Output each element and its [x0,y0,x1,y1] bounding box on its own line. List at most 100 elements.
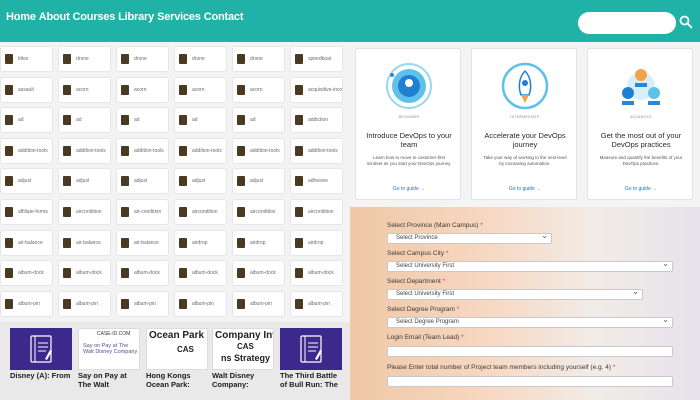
icon-tile[interactable]: ad [174,107,227,134]
tile-label: aircondition [250,208,276,215]
icon-tile[interactable]: air-balance [116,229,169,256]
icon-tile[interactable]: aircondition [58,198,111,225]
go-to-guide-link[interactable]: Go to guide → [356,186,462,192]
icon-tile[interactable]: addiction [290,107,343,134]
icon-tile[interactable]: airdrop [232,229,285,256]
icon-tile[interactable]: addition-tools [174,137,227,164]
book-card[interactable]: Disney (A): From [10,328,72,400]
icon-tile[interactable]: aircondition [232,198,285,225]
icon-tile[interactable]: album-pin [116,290,169,317]
icon-tile[interactable]: addition-tools [0,137,53,164]
icon-tile[interactable]: adjust [58,168,111,195]
icon-tile[interactable]: album-dock [0,260,53,287]
tile-glyph-icon [63,176,71,187]
icon-tile[interactable]: album-dock [58,260,111,287]
nav-contact[interactable]: Contact [204,11,244,23]
campus-city-select[interactable]: Select University First [387,259,673,272]
province-select[interactable]: Select Province [387,231,552,244]
tile-label: affiliate-forms [18,208,48,215]
department-select[interactable]: Select University First [387,287,643,300]
globe-illustration-icon [386,63,432,109]
tile-label: addiction [308,117,329,124]
book-card[interactable]: CASE-ID.COM Say on Pay at The Walt Disne… [78,328,140,400]
icon-tile[interactable]: adjust [116,168,169,195]
icon-tile[interactable]: adhesive [290,168,343,195]
tile-label: airdrop [192,239,208,246]
icon-tile[interactable]: air-condition [116,198,169,225]
tile-glyph-icon [5,298,13,309]
icon-tile[interactable]: album-dock [290,260,343,287]
icon-tile[interactable]: airdrop [290,229,343,256]
icon-tile[interactable]: addition-tools [232,137,285,164]
tile-label: album-pin [308,300,330,307]
search-input[interactable] [578,12,676,34]
card-description: Learn how to move to customer-first mind… [366,155,452,166]
icon-tile[interactable]: speedboat [290,46,343,72]
icon-tile[interactable]: air-balance [58,229,111,256]
icon-tile[interactable]: ad [0,107,53,134]
book-card[interactable]: Company Inves CAS ns Strategy Walt Disne… [212,328,274,400]
icon-tile[interactable]: titles [0,46,53,72]
icon-tile[interactable]: adjust [0,168,53,195]
icon-tile[interactable]: addition-tools [58,137,111,164]
card-level: INTERMEDIATE [510,115,540,119]
nav-library[interactable]: Library [118,11,154,23]
icon-tile[interactable]: album-pin [290,290,343,317]
team-members-field[interactable] [387,376,673,387]
email-field[interactable] [387,346,673,357]
book-card[interactable]: Ocean Park Tal CAS Hong Kongs Ocean Park… [146,328,208,400]
icon-tile[interactable]: album-pin [0,290,53,317]
icon-tile[interactable]: aircondition [290,198,343,225]
icon-tile[interactable]: ad [58,107,111,134]
nav-home[interactable]: Home [6,11,36,23]
cover-mark: CAS [177,345,194,354]
nav-about[interactable]: About [39,11,70,23]
icon-tile[interactable]: drone [58,46,111,72]
tile-glyph-icon [5,206,13,217]
icon-tile[interactable]: album-dock [116,260,169,287]
icon-tile[interactable]: assault [0,76,53,103]
icon-tile[interactable]: addition-tools [290,137,343,164]
icon-tile[interactable]: drone [116,46,169,72]
icon-tile[interactable]: album-dock [174,260,227,287]
icon-tile[interactable]: album-pin [58,290,111,317]
tile-label: aircondition [192,208,218,215]
province-label: Select Province (Main Campus) * [387,222,483,229]
icon-tile[interactable]: affiliate-forms [0,198,53,225]
icon-tile[interactable]: adjust [232,168,285,195]
degree-select[interactable]: Select Degree Program [387,315,673,328]
icon-tile[interactable]: acorn [58,76,111,103]
tile-label: adjust [250,178,264,185]
icon-tile[interactable]: acorn [174,76,227,103]
icon-tile[interactable]: addition-tools [116,137,169,164]
icon-tile[interactable]: airdrop [174,229,227,256]
tile-label: air-balance [134,239,159,246]
icon-tile[interactable]: adjust [174,168,227,195]
tile-label: addition-tools [192,147,222,154]
icon-tile[interactable]: acorn [232,76,285,103]
search-icon[interactable] [679,15,693,29]
cover-text: Say on Pay at The Walt Disney Company [83,343,138,355]
icon-tile[interactable]: acorn [116,76,169,103]
icon-tile[interactable]: aircondition [174,198,227,225]
go-to-guide-link[interactable]: Go to guide → [472,186,578,192]
icon-tile[interactable]: drone [174,46,227,72]
icon-tile[interactable]: album-pin [174,290,227,317]
icon-tile[interactable]: album-pin [232,290,285,317]
cover-heading: Company Inves [215,330,273,341]
card-title: Accelerate your DevOps journey [484,131,566,149]
tile-glyph-icon [121,237,129,248]
nav-courses[interactable]: Courses [73,11,116,23]
icon-tile[interactable]: drone [232,46,285,72]
book-title: Hong Kongs Ocean Park: [146,371,191,389]
icon-tile[interactable]: acquisitive-incorporated [290,76,343,103]
icon-tile[interactable]: ad [116,107,169,134]
icon-tile[interactable]: air-balance [0,229,53,256]
go-to-guide-link[interactable]: Go to guide → [588,186,694,192]
book-card[interactable]: The Third Battle of Bull Run: The [280,328,342,400]
tile-label: album-pin [250,300,272,307]
degree-label: Select Degree Program * [387,306,460,313]
icon-tile[interactable]: album-dock [232,260,285,287]
nav-services[interactable]: Services [157,11,201,23]
icon-tile[interactable]: ad [232,107,285,134]
